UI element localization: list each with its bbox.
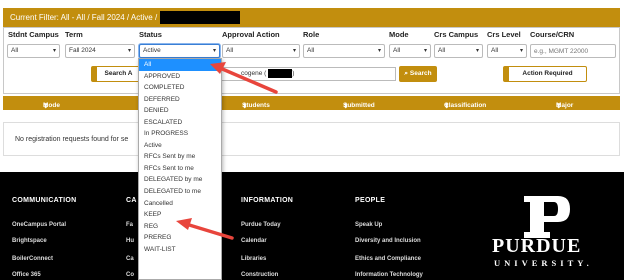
filter-label-role: Role: [303, 30, 320, 39]
status-dropdown-list: All APPROVED COMPLETED DEFERRED DENIED E…: [138, 58, 222, 280]
status-option-prereg[interactable]: PREREG: [139, 232, 221, 244]
sort-icon: ⬍: [43, 103, 49, 110]
current-filter-text: Current Filter: All - All / Fall 2024 / …: [10, 13, 158, 22]
status-option-reg[interactable]: REG: [139, 221, 221, 233]
sort-icon: ⬍: [444, 103, 450, 110]
status-option-deferred[interactable]: DEFERRED: [139, 94, 221, 106]
footer-link[interactable]: Construction: [241, 272, 278, 278]
filter-label-stdnt-campus: Stdnt Campus: [8, 30, 59, 39]
stdnt-campus-select[interactable]: All ▾: [7, 44, 60, 58]
crs-level-value: All: [491, 47, 499, 54]
search-all-button[interactable]: Search A: [91, 66, 141, 82]
search-input-tail: ): [292, 70, 295, 77]
role-value: All: [307, 47, 315, 54]
footer-link[interactable]: Ethics and Compliance: [355, 256, 421, 262]
footer-link[interactable]: Office 365: [12, 272, 41, 278]
crs-campus-select[interactable]: All ▾: [434, 44, 483, 58]
term-select[interactable]: Fall 2024 ▾: [65, 44, 135, 58]
current-filter-banner: Current Filter: All - All / Fall 2024 / …: [3, 8, 620, 27]
status-value: Active: [143, 47, 161, 54]
sort-icon: ⬍: [556, 103, 562, 110]
university-wordmark: UNIVERSITY.: [494, 258, 593, 268]
chevron-down-icon: ▾: [423, 48, 427, 54]
filters-panel: Stdnt Campus Term Status Approval Action…: [3, 27, 620, 94]
site-footer: COMMUNICATION OneCampus Portal Brightspa…: [0, 172, 624, 280]
status-option-all[interactable]: All: [139, 59, 221, 71]
purdue-p-logo-icon: [524, 196, 570, 238]
purdue-wordmark: PURDUE: [492, 235, 582, 257]
status-option-escalated[interactable]: ESCALATED: [139, 117, 221, 129]
search-button-label: Search: [409, 70, 432, 77]
approval-action-select[interactable]: All ▾: [222, 44, 300, 58]
crs-level-select[interactable]: All ▾: [487, 44, 527, 58]
chevron-down-icon: ▾: [212, 48, 216, 54]
status-option-rfcs-sent-by-me[interactable]: RFCs Sent by me: [139, 151, 221, 163]
status-option-completed[interactable]: COMPLETED: [139, 82, 221, 94]
redacted-block: [268, 68, 293, 78]
footer-link[interactable]: Brightspace: [12, 238, 47, 244]
sort-icon: ⬍: [242, 103, 248, 110]
term-value: Fall 2024: [69, 47, 96, 54]
footer-link[interactable]: Hu: [126, 238, 134, 244]
filter-label-approval-action: Approval Action: [222, 30, 280, 39]
chevron-down-icon: ▾: [475, 48, 479, 54]
footer-title-people: PEOPLE: [355, 197, 386, 204]
empty-results-text: No registration requests found for se: [15, 136, 129, 143]
role-select[interactable]: All ▾: [303, 44, 385, 58]
footer-link[interactable]: Information Technology: [355, 272, 423, 278]
footer-link[interactable]: BoilerConnect: [12, 256, 53, 262]
approval-action-value: All: [226, 47, 234, 54]
footer-link[interactable]: Calendar: [241, 238, 267, 244]
status-option-cancelled[interactable]: Cancelled: [139, 198, 221, 210]
footer-link[interactable]: Libraries: [241, 256, 266, 262]
search-button[interactable]: ⌕ Search: [399, 66, 437, 82]
action-required-button[interactable]: Action Required: [503, 66, 587, 82]
status-option-delegated-by-me[interactable]: DELEGATED by me: [139, 174, 221, 186]
status-option-in-progress[interactable]: In PROGRESS: [139, 128, 221, 140]
footer-link[interactable]: Speak Up: [355, 222, 382, 228]
footer-link[interactable]: Co: [126, 272, 134, 278]
status-option-approved[interactable]: APPROVED: [139, 71, 221, 83]
status-option-keep[interactable]: KEEP: [139, 209, 221, 221]
empty-results-message: No registration requests found for se: [3, 122, 620, 156]
filter-label-status: Status: [139, 30, 162, 39]
chevron-down-icon: ▾: [292, 48, 296, 54]
filter-label-term: Term: [65, 30, 83, 39]
footer-title-communication: COMMUNICATION: [12, 197, 77, 204]
footer-link[interactable]: Diversity and Inclusion: [355, 238, 421, 244]
mode-value: All: [393, 47, 401, 54]
sort-icon: ⬍: [343, 103, 349, 110]
filter-label-crs-level: Crs Level: [487, 30, 521, 39]
stdnt-campus-value: All: [11, 47, 19, 54]
redacted-block: [160, 11, 241, 24]
filter-label-mode: Mode: [389, 30, 409, 39]
chevron-down-icon: ▾: [127, 48, 131, 54]
filter-label-course-crn: Course/CRN: [530, 30, 575, 39]
crs-campus-value: All: [438, 47, 446, 54]
filter-label-crs-campus: Crs Campus: [434, 30, 479, 39]
footer-link[interactable]: Ca: [126, 256, 134, 262]
status-select[interactable]: Active ▾: [139, 44, 220, 58]
search-input-text: cogene (: [241, 70, 267, 77]
chevron-down-icon: ▾: [52, 48, 56, 54]
status-option-rfcs-sent-to-me[interactable]: RFCs Sent to me: [139, 163, 221, 175]
footer-link[interactable]: OneCampus Portal: [12, 222, 66, 228]
footer-title-information: INFORMATION: [241, 197, 294, 204]
mode-select[interactable]: All ▾: [389, 44, 431, 58]
footer-link[interactable]: Purdue Today: [241, 222, 281, 228]
chevron-down-icon: ▾: [377, 48, 381, 54]
status-option-wait-list[interactable]: WAIT-LIST: [139, 244, 221, 256]
status-option-active[interactable]: Active: [139, 140, 221, 152]
column-classification-label: Classification: [444, 102, 487, 109]
status-option-delegated-to-me[interactable]: DELEGATED to me: [139, 186, 221, 198]
student-search-input[interactable]: cogene (): [220, 67, 396, 81]
course-crn-input[interactable]: [530, 44, 616, 58]
requests-table-header: Mode ⬍ Students ⬍ Submitted ⬍ Classifica…: [3, 96, 620, 110]
status-option-denied[interactable]: DENIED: [139, 105, 221, 117]
search-icon: ⌕: [404, 70, 409, 77]
chevron-down-icon: ▾: [519, 48, 523, 54]
footer-title-campus: CA: [126, 197, 137, 204]
footer-link[interactable]: Fa: [126, 222, 133, 228]
